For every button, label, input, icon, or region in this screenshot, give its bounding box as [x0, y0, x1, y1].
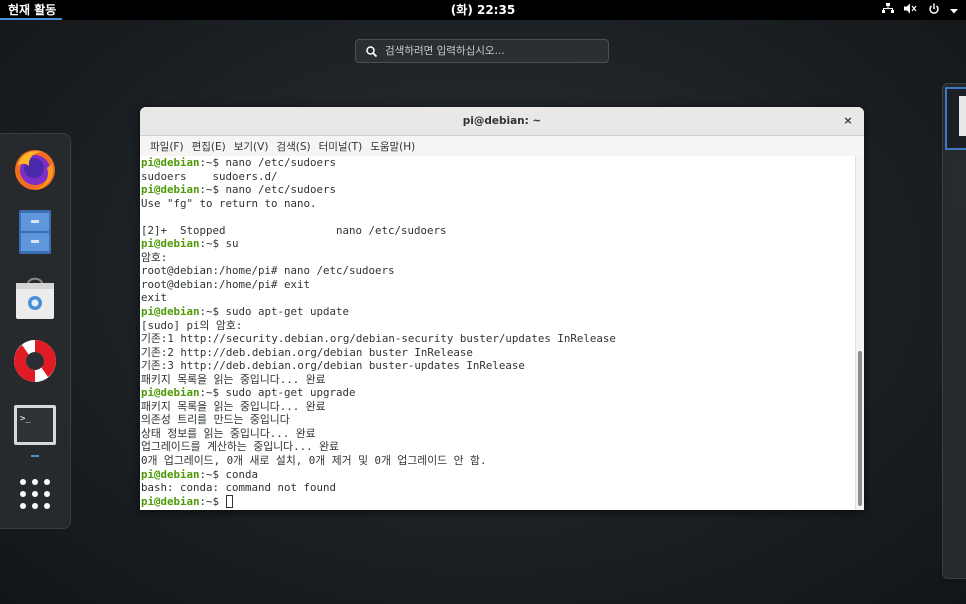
title-bar[interactable]: pi@debian: ~ ×	[140, 107, 864, 136]
activities-button[interactable]: 현재 활동	[0, 0, 64, 20]
terminal-output-line: 업그레이드를 계산하는 중입니다... 완료	[141, 440, 339, 454]
terminal-output-line: 패키지 목록을 읽는 중입니다... 완료	[141, 399, 326, 413]
software-bag-icon[interactable]	[10, 272, 60, 322]
menu-terminal[interactable]: 터미널(T)	[315, 139, 367, 154]
terminal-output-line: 패키지 목록을 읽는 중입니다... 완료	[141, 372, 326, 386]
terminal-cursor	[225, 494, 233, 508]
prompt-command: :~$ su	[199, 237, 239, 251]
search-input[interactable]	[383, 44, 597, 58]
app-grid-icon[interactable]	[10, 469, 60, 519]
terminal-prompt-line: pi@debian:~$ sudo apt-get update	[141, 305, 856, 319]
prompt-user: pi@debian	[141, 305, 200, 319]
menu-help[interactable]: 도움말(H)	[366, 139, 419, 154]
scroll-thumb[interactable]	[858, 351, 862, 506]
prompt-command: :~$	[199, 494, 226, 508]
prompt-command: :~$ sudo apt-get update	[199, 305, 350, 319]
terminal-output-line: 기존:1 http://security.debian.org/debian-s…	[141, 332, 616, 346]
terminal-output-line: [2]+ Stopped nano /etc/sudoers	[141, 223, 447, 237]
terminal-prompt-line: pi@debian:~$ su	[141, 237, 856, 251]
file-cabinet-icon[interactable]	[10, 207, 60, 257]
terminal-output-line: 0개 업그레이드, 0개 새로 설치, 0개 제거 및 0개 업그레이드 안 함…	[141, 454, 487, 468]
dash: >_	[0, 133, 71, 529]
power-icon[interactable]	[928, 3, 940, 18]
prompt-command: :~$ nano /etc/sudoers	[199, 156, 337, 169]
terminal-output-line: root@debian:/home/pi# exit	[141, 277, 311, 291]
menu-search[interactable]: 검색(S)	[272, 139, 314, 154]
search-icon	[366, 45, 377, 57]
terminal-output-line: Use "fg" to return to nano.	[141, 196, 317, 210]
menu-view[interactable]: 보기(V)	[230, 139, 273, 154]
menu-edit[interactable]: 편집(E)	[188, 139, 230, 154]
chevron-down-icon[interactable]	[950, 3, 958, 17]
terminal-output-line: sudoers sudoers.d/	[141, 169, 278, 183]
terminal-output-line: 기존:3 http://deb.debian.org/debian buster…	[141, 359, 525, 373]
terminal-prompt-line: pi@debian:~$ conda	[141, 468, 856, 482]
volume-muted-icon[interactable]	[904, 3, 918, 17]
terminal-output-line: 의존성 트리를 만드는 중입니다	[141, 413, 290, 427]
terminal-prompt-line: pi@debian:~$ sudo apt-get upgrade	[141, 386, 856, 400]
clock[interactable]: (화) 22:35	[451, 3, 515, 17]
prompt-command: :~$ conda	[199, 467, 259, 481]
firefox-icon[interactable]	[10, 144, 60, 194]
clock-area: (화) 22:35	[0, 0, 966, 20]
menu-bar: 파일(F) 편집(E) 보기(V) 검색(S) 터미널(T) 도움말(H)	[140, 136, 864, 156]
network-wired-icon[interactable]	[882, 3, 894, 17]
terminal-output-line: root@debian:/home/pi# nano /etc/sudoers	[141, 264, 395, 278]
terminal-output[interactable]: pi@debian:~$ nano /etc/sudoers sudoers su…	[140, 156, 856, 510]
menu-file[interactable]: 파일(F)	[146, 139, 188, 154]
prompt-user: pi@debian	[141, 156, 200, 169]
system-tray[interactable]	[882, 0, 958, 20]
prompt-user: pi@debian	[141, 494, 200, 508]
running-indicator	[31, 455, 39, 457]
close-icon[interactable]: ×	[840, 113, 856, 129]
workspace-thumbnail-1[interactable]	[945, 87, 966, 150]
terminal-prompt-line: pi@debian:~$ nano /etc/sudoers	[141, 183, 856, 197]
scrollbar[interactable]	[855, 156, 864, 510]
terminal-output-line: 기존:2 http://deb.debian.org/debian buster…	[141, 345, 473, 359]
terminal-window[interactable]: pi@debian: ~ × 파일(F) 편집(E) 보기(V) 검색(S) 터…	[140, 107, 864, 510]
terminal-prompt-line: pi@debian:~$ nano /etc/sudoers	[141, 156, 856, 170]
search-box[interactable]	[355, 39, 609, 63]
prompt-user: pi@debian	[141, 467, 200, 481]
terminal-icon[interactable]: >_	[10, 400, 60, 450]
terminal-output-line: bash: conda: command not found	[141, 481, 337, 495]
prompt-user: pi@debian	[141, 183, 200, 197]
terminal-output-line: 암호:	[141, 250, 168, 264]
terminal-output-line: 상태 정보를 읽는 중입니다... 완료	[141, 426, 316, 440]
activities-underline	[0, 18, 62, 20]
window-title: pi@debian: ~	[462, 115, 542, 127]
top-bar: 현재 활동 (화) 22:35	[0, 0, 966, 20]
terminal-output-line: exit	[141, 291, 168, 305]
prompt-command: :~$ sudo apt-get upgrade	[199, 386, 356, 400]
terminal-prompt-line: pi@debian:~$	[141, 494, 856, 509]
lifebuoy-icon[interactable]	[10, 336, 60, 386]
prompt-user: pi@debian	[141, 237, 200, 251]
prompt-command: :~$ nano /etc/sudoers	[199, 183, 337, 197]
workspace-thumbnail-2[interactable]	[947, 155, 966, 215]
svg-text:>_: >_	[20, 414, 31, 424]
terminal-output-line: [sudo] pi의 암호:	[141, 318, 243, 332]
prompt-user: pi@debian	[141, 386, 200, 400]
